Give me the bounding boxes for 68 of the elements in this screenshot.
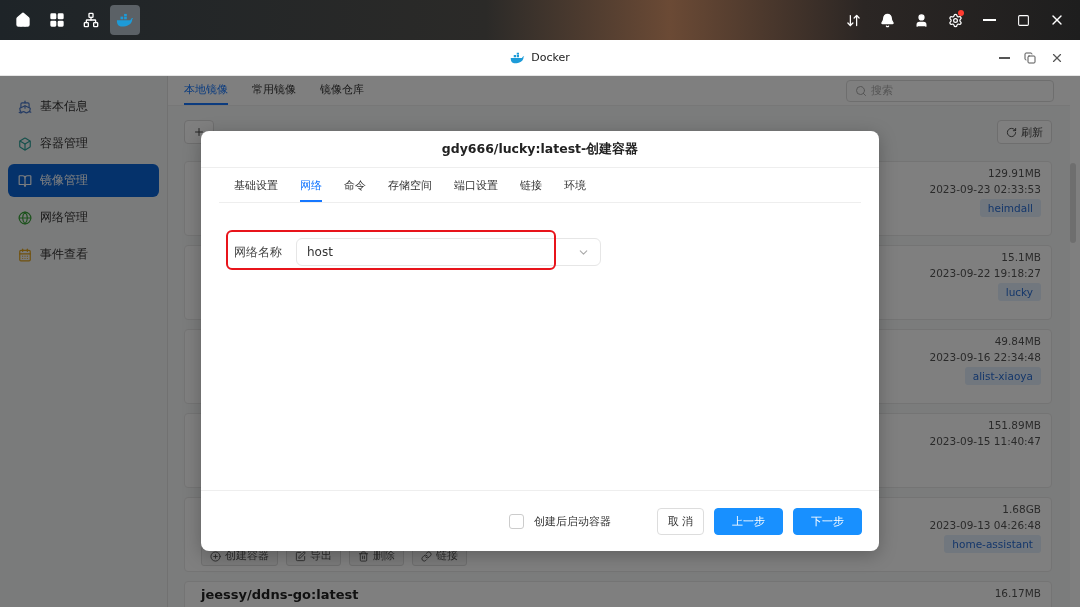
cancel-button[interactable]: 取 消	[656, 507, 704, 535]
search-icon	[855, 84, 867, 97]
plus-icon	[193, 126, 205, 138]
tab[interactable]: 镜像仓库	[320, 76, 364, 105]
restore-icon	[1024, 51, 1036, 64]
checkbox-label: 创建后启动容器	[533, 513, 611, 529]
dialog-title: gdy666/lucky:latest-创建容器	[441, 140, 639, 158]
edit-icon	[295, 550, 306, 562]
dialog-tab[interactable]: 命令	[344, 173, 366, 202]
image-tag: lucky	[997, 283, 1041, 301]
image-size: 1.68GB	[1002, 503, 1041, 515]
tab[interactable]: 本地镜像	[184, 76, 228, 105]
user-icon	[913, 12, 929, 28]
image-size: 16.17MB	[994, 587, 1041, 599]
image-date: 2023-09-13 04:26:48	[929, 519, 1041, 531]
sidebar-item[interactable]: 基本信息	[8, 90, 159, 123]
settings-icon	[947, 12, 963, 28]
image-date: 2023-09-15 11:40:47	[929, 435, 1041, 447]
maximize-icon	[1016, 13, 1030, 27]
sidebar-item[interactable]: 容器管理	[8, 127, 159, 160]
dialog-tab[interactable]: 存储空间	[388, 173, 432, 202]
trash-icon	[358, 550, 369, 562]
globe-icon	[18, 210, 32, 225]
link-icon	[421, 550, 432, 562]
image-tag: home-assistant	[944, 535, 1041, 553]
image-size: 49.84MB	[994, 335, 1041, 347]
plus-circle-icon	[210, 550, 221, 562]
cube-icon	[18, 136, 32, 151]
dialog-tab[interactable]: 基础设置	[234, 173, 278, 202]
grid-icon	[49, 12, 65, 28]
refresh-button[interactable]: 刷新	[997, 120, 1052, 144]
minimize-icon	[999, 56, 1010, 59]
image-date: 2023-09-16 22:34:48	[929, 351, 1041, 363]
primary-button[interactable]: 上一步	[714, 507, 783, 535]
notification-dot	[958, 10, 964, 16]
image-date: 2023-09-23 02:33:53	[929, 183, 1041, 195]
whale-icon	[116, 12, 134, 28]
transfer-icon	[845, 12, 861, 28]
primary-button[interactable]: 下一步	[793, 507, 862, 535]
sidebar-item[interactable]: 镜像管理	[8, 164, 159, 197]
whale-icon	[510, 51, 526, 64]
sidebar-item[interactable]: 网络管理	[8, 201, 159, 234]
home-icon	[15, 12, 31, 28]
field-label: 网络名称	[234, 244, 282, 260]
checkbox[interactable]	[508, 513, 524, 529]
dialog-tab[interactable]: 端口设置	[454, 173, 498, 202]
image-size: 129.91MB	[988, 167, 1041, 179]
bell-icon	[879, 12, 895, 28]
dialog-tab[interactable]: 网络	[300, 173, 322, 202]
dialog-tab[interactable]: 环境	[564, 173, 586, 202]
image-tag: heimdall	[979, 199, 1041, 217]
network-icon	[83, 12, 99, 28]
restore-button[interactable]	[1022, 49, 1038, 66]
calendar-icon	[18, 247, 32, 262]
refresh-icon	[1006, 126, 1017, 138]
book-icon	[18, 173, 32, 188]
dialog-tab[interactable]: 链接	[520, 173, 542, 202]
image-tag: alist-xiaoya	[964, 367, 1041, 385]
ship-icon	[18, 99, 32, 114]
image-size: 151.89MB	[988, 419, 1041, 431]
sidebar-item[interactable]: 事件查看	[8, 238, 159, 271]
tab[interactable]: 常用镜像	[252, 76, 296, 105]
network-select[interactable]: host	[296, 238, 601, 266]
image-name: jeessy/ddns-go:latest	[201, 587, 359, 602]
image-size: 15.1MB	[1001, 251, 1041, 263]
minimize-icon	[982, 19, 996, 21]
image-date: 2023-09-22 19:18:27	[929, 267, 1041, 279]
window-title: Docker	[531, 51, 570, 64]
